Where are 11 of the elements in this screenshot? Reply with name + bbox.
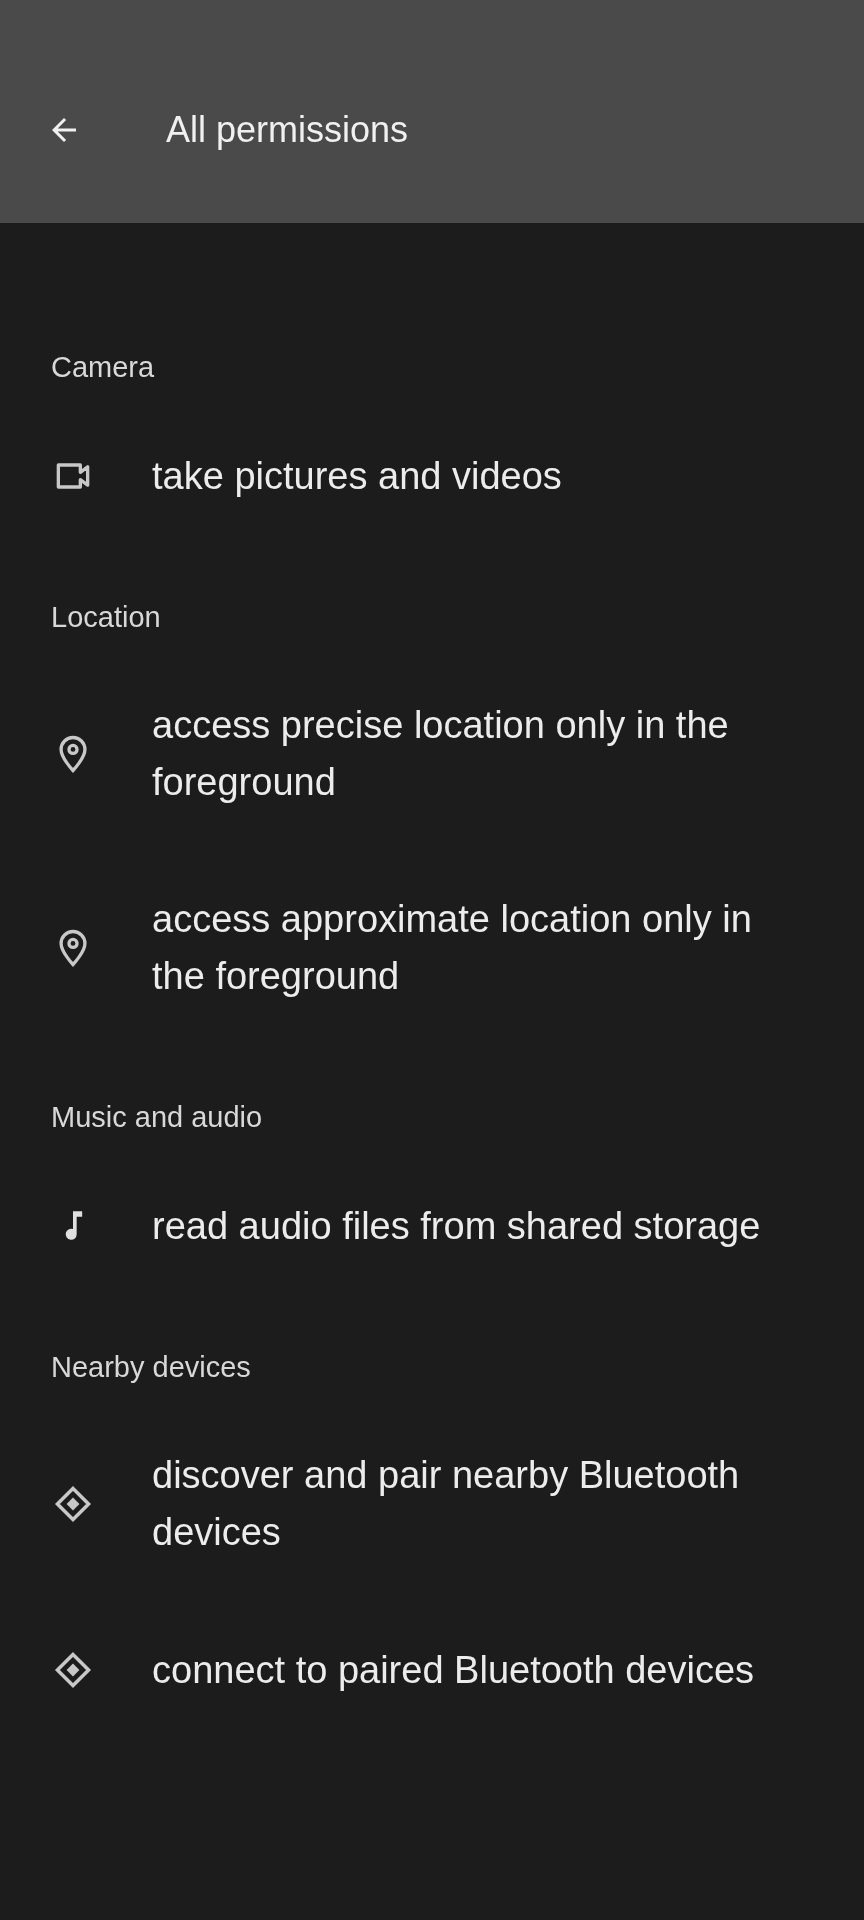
permission-item[interactable]: connect to paired Bluetooth devices [0,1601,864,1739]
permission-item[interactable]: access precise location only in the foreground [0,657,864,851]
permission-item[interactable]: take pictures and videos [0,407,864,545]
permission-item[interactable]: read audio files from shared storage [0,1157,864,1295]
section-header: Camera [51,350,155,384]
section-header: Music and audio [51,1100,263,1134]
section-header: Location [51,600,161,634]
section-header: Nearby devices [51,1350,251,1384]
permission-item[interactable]: discover and pair nearby Bluetooth devices [0,1407,864,1601]
permission-item[interactable]: access approximate location only in the foreground [0,851,864,1045]
screen-title: All permissions [166,108,409,152]
